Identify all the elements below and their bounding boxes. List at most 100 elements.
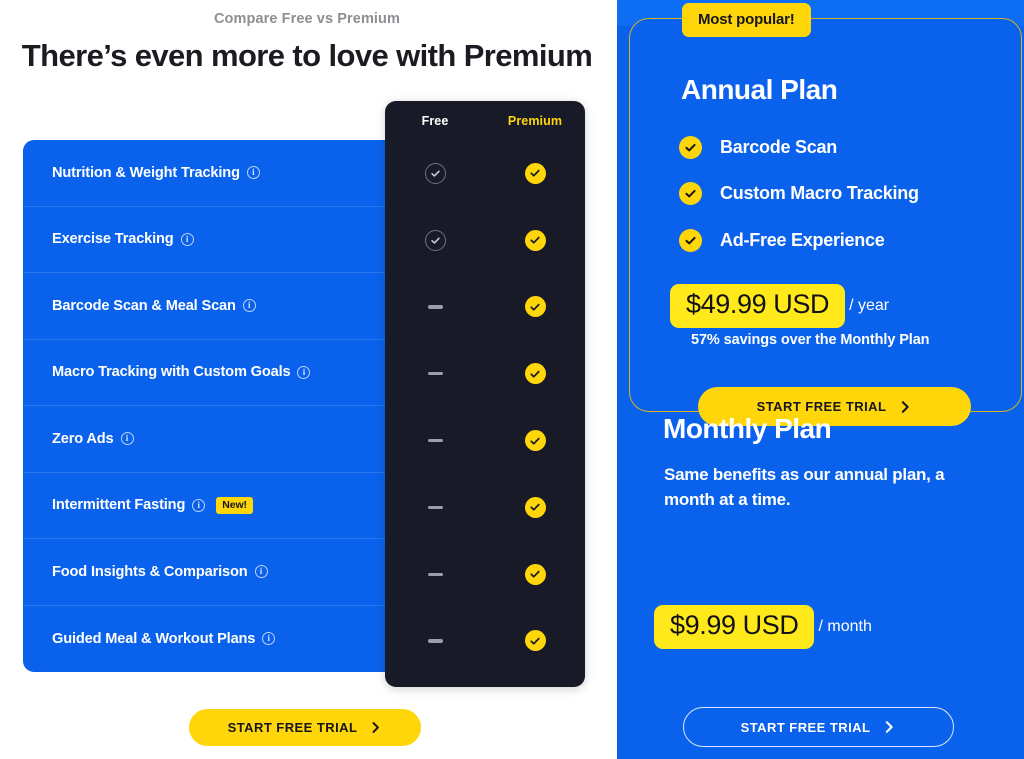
- info-icon[interactable]: i: [297, 365, 311, 379]
- check-icon: [524, 296, 546, 318]
- comparison-row: [385, 407, 585, 474]
- unavailable-dash-icon: [385, 438, 485, 443]
- comparison-row: [385, 608, 585, 675]
- most-popular-badge: Most popular!: [682, 3, 811, 37]
- monthly-cta-label: START FREE TRIAL: [740, 719, 871, 735]
- dash-icon: [427, 372, 443, 376]
- feature-row: Food Insights & Comparison i: [23, 539, 407, 606]
- benefit-label: Custom Macro Tracking: [720, 183, 919, 204]
- compare-panel: Compare Free vs Premium There’s even mor…: [0, 0, 614, 759]
- annual-savings-text: 57% savings over the Monthly Plan: [691, 332, 930, 348]
- info-icon[interactable]: i: [120, 432, 134, 446]
- unavailable-dash-icon: [385, 372, 485, 376]
- pricing-comparison-screen: Compare Free vs Premium There’s even mor…: [0, 0, 1024, 759]
- available-check-icon: [485, 630, 585, 652]
- benefit-label: Ad-Free Experience: [720, 229, 885, 250]
- eyebrow-text: Compare Free vs Premium: [213, 11, 401, 27]
- dash-icon: [427, 505, 443, 509]
- annual-plan-title: Annual Plan: [681, 74, 838, 105]
- check-icon: [424, 229, 446, 251]
- new-badge: New!: [216, 496, 253, 514]
- unavailable-dash-icon: [385, 572, 485, 576]
- feature-row: Nutrition & Weight Tracking i: [23, 140, 407, 207]
- available-check-icon: [485, 162, 585, 184]
- comparison-rows: [385, 140, 585, 674]
- benefit-label: Barcode Scan: [720, 136, 838, 157]
- left-cta-label: START FREE TRIAL: [227, 720, 358, 735]
- check-icon: [524, 229, 546, 251]
- feature-row: Barcode Scan & Meal Scan i: [23, 273, 407, 340]
- check-icon: [524, 162, 546, 184]
- comparison-row: [385, 207, 585, 274]
- feature-row: Intermittent Fasting i New!: [23, 473, 407, 539]
- benefit-item: Ad-Free Experience: [679, 217, 919, 264]
- monthly-plan-description: Same benefits as our annual plan, a mont…: [664, 465, 945, 509]
- available-check-icon: [485, 563, 585, 585]
- available-check-icon: [385, 229, 485, 251]
- info-icon[interactable]: i: [192, 498, 206, 512]
- feature-row: Macro Tracking with Custom Goals i: [23, 340, 407, 406]
- feature-label: Guided Meal & Workout Plans: [52, 630, 256, 647]
- page-title: There’s even more to love with Premium: [21, 38, 593, 73]
- annual-price: $49.99 USD: [670, 284, 846, 328]
- info-icon[interactable]: i: [242, 299, 256, 313]
- comparison-row: [385, 274, 585, 341]
- start-free-trial-button-left[interactable]: START FREE TRIAL: [189, 709, 421, 746]
- column-header-free: Free: [421, 113, 449, 128]
- annual-benefit-list: Barcode Scan Custom Macro Tracking Ad-Free…: [679, 124, 919, 264]
- info-icon[interactable]: i: [262, 632, 276, 646]
- comparison-row: [385, 541, 585, 608]
- comparison-row: [385, 474, 585, 541]
- feature-row: Guided Meal & Workout Plans i: [23, 606, 407, 673]
- feature-row: Zero Ads i: [23, 406, 407, 473]
- dash-icon: [427, 438, 443, 443]
- available-check-icon: [385, 162, 485, 184]
- dash-icon: [427, 639, 443, 643]
- feature-label: Food Insights & Comparison: [52, 563, 248, 580]
- chevron-right-icon: [369, 721, 382, 734]
- comparison-card: Free Premium: [385, 101, 585, 687]
- dash-icon: [427, 305, 443, 309]
- check-icon: [679, 182, 702, 206]
- check-icon: [679, 228, 702, 252]
- feature-label: Exercise Tracking: [52, 231, 174, 248]
- available-check-icon: [485, 496, 585, 518]
- info-icon[interactable]: i: [180, 232, 194, 246]
- annual-plan-card[interactable]: Most popular! Annual Plan Barcode Scan Cu…: [629, 3, 1022, 426]
- info-icon[interactable]: i: [254, 565, 268, 579]
- comparison-row: [385, 340, 585, 407]
- unavailable-dash-icon: [385, 305, 485, 309]
- check-icon: [524, 563, 546, 585]
- plans-panel: Most popular! Annual Plan Barcode Scan Cu…: [617, 0, 1024, 759]
- check-icon: [679, 135, 702, 159]
- monthly-plan-title: Monthly Plan: [663, 413, 832, 444]
- monthly-price: $9.99 USD: [654, 605, 815, 649]
- check-icon: [524, 363, 546, 385]
- monthly-price-row: $9.99 USD / month: [654, 605, 872, 649]
- available-check-icon: [485, 296, 585, 318]
- check-icon: [524, 496, 546, 518]
- feature-label: Zero Ads: [52, 430, 114, 447]
- chevron-right-icon: [882, 720, 896, 734]
- dash-icon: [427, 572, 443, 576]
- available-check-icon: [485, 363, 585, 385]
- check-icon: [424, 162, 446, 184]
- feature-label: Barcode Scan & Meal Scan: [52, 297, 236, 314]
- chevron-right-icon: [898, 400, 912, 414]
- feature-label: Intermittent Fasting: [52, 497, 186, 514]
- feature-label: Macro Tracking with Custom Goals: [52, 364, 291, 381]
- start-free-trial-button-monthly[interactable]: START FREE TRIAL: [683, 707, 954, 747]
- available-check-icon: [485, 229, 585, 251]
- comparison-row: [385, 140, 585, 207]
- unavailable-dash-icon: [385, 639, 485, 643]
- feature-label: Nutrition & Weight Tracking: [52, 164, 240, 181]
- benefit-item: Barcode Scan: [679, 124, 919, 171]
- benefit-item: Custom Macro Tracking: [679, 171, 919, 218]
- feature-row: Exercise Tracking i: [23, 207, 407, 273]
- available-check-icon: [485, 430, 585, 452]
- comparison-header: Free Premium: [385, 101, 585, 140]
- info-icon[interactable]: i: [246, 166, 260, 180]
- annual-cta-label: START FREE TRIAL: [756, 399, 887, 414]
- feature-list-card: Nutrition & Weight Tracking i Exercise Tra…: [23, 140, 407, 672]
- check-icon: [524, 430, 546, 452]
